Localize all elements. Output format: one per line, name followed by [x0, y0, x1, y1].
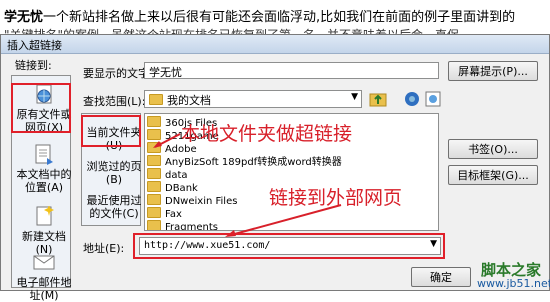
- new-document-icon: [36, 206, 54, 226]
- folder-icon: [147, 155, 161, 166]
- file-name: data: [165, 170, 188, 181]
- file-name: Fragments: [165, 222, 218, 231]
- watermark: 脚本之家 www.jb51.net: [471, 259, 550, 291]
- list-item[interactable]: AnyBizSoft 189pdf转换成word转换器: [147, 155, 342, 168]
- folder-icon: [147, 168, 161, 179]
- link-to-label: 链接到:: [15, 59, 52, 72]
- look-in-select[interactable]: 我的文档 ▼: [144, 90, 362, 108]
- document-position-icon: [35, 144, 53, 165]
- nav-place-label: 本文档中的位置(A): [16, 168, 72, 194]
- document-bold-title: 学无忧: [4, 10, 44, 25]
- up-folder-icon[interactable]: [369, 90, 387, 108]
- browse-file-icon[interactable]: [424, 90, 442, 108]
- annotation-local-folder: 本地文件夹做超链接: [181, 123, 353, 145]
- chevron-down-icon[interactable]: ▼: [351, 92, 358, 102]
- dialog-title: 插入超链接: [7, 39, 62, 52]
- email-icon: [33, 255, 55, 270]
- document-line-1: 学无忧一个新站排名做上来以后很有可能还会面临浮动,比如我们在前面的例子里面讲到的: [4, 6, 515, 25]
- list-item[interactable]: Fragments: [147, 220, 218, 231]
- nav-create-new-document[interactable]: 新建文档(N): [14, 206, 74, 256]
- address-label: 地址(E):: [83, 242, 125, 255]
- highlight-address: [133, 233, 445, 259]
- folder-icon: [147, 194, 161, 205]
- folder-icon: [147, 181, 161, 192]
- nav-email-address[interactable]: 电子邮件地址(M): [14, 252, 74, 302]
- list-item[interactable]: DBank: [147, 181, 198, 194]
- folder-icon: [149, 94, 163, 105]
- sub-nav-browsed-pages[interactable]: 浏览过的页(B): [84, 160, 144, 186]
- dialog-title-bar[interactable]: 插入超链接: [1, 35, 549, 54]
- list-item[interactable]: Fax: [147, 207, 182, 220]
- target-frame-button[interactable]: 目标框架(G)...: [448, 165, 538, 185]
- folder-icon: [147, 116, 161, 127]
- folder-icon: [147, 220, 161, 230]
- file-name: DBank: [165, 183, 198, 194]
- file-name: AnyBizSoft 189pdf转换成word转换器: [165, 157, 342, 168]
- highlight-current-folder: [81, 115, 141, 147]
- look-in-value: 我的文档: [167, 94, 211, 107]
- highlight-existing-file: [11, 83, 71, 133]
- screen-tip-button[interactable]: 屏幕提示(P)...: [448, 61, 538, 81]
- bookmark-button[interactable]: 书签(O)...: [448, 139, 538, 159]
- browse-web-icon[interactable]: [403, 90, 421, 108]
- nav-email-label: 电子邮件地址(M): [16, 276, 72, 302]
- document-line-1-text: 一个新站排名做上来以后很有可能还会面临浮动,比如我们在前面的例子里面讲到的: [43, 10, 516, 25]
- list-item[interactable]: data: [147, 168, 188, 181]
- folder-icon: [147, 207, 161, 218]
- file-name: Fax: [165, 209, 182, 220]
- sub-nav-recent-files[interactable]: 最近使用过的文件(C): [84, 194, 144, 220]
- look-in-label: 查找范围(L):: [83, 95, 146, 108]
- watermark-url: www.jb51.net: [477, 277, 550, 290]
- display-text-value: 学无忧: [149, 66, 182, 79]
- display-text-input[interactable]: 学无忧: [144, 62, 439, 79]
- nav-place-in-document[interactable]: 本文档中的位置(A): [14, 144, 74, 194]
- insert-hyperlink-dialog: 插入超链接 链接到: 原有文件或网页(X) 本文档中的位置(A) 新建文档(N)…: [0, 34, 550, 302]
- annotation-arrow-local: [153, 133, 181, 148]
- ok-button[interactable]: 确定: [411, 267, 471, 287]
